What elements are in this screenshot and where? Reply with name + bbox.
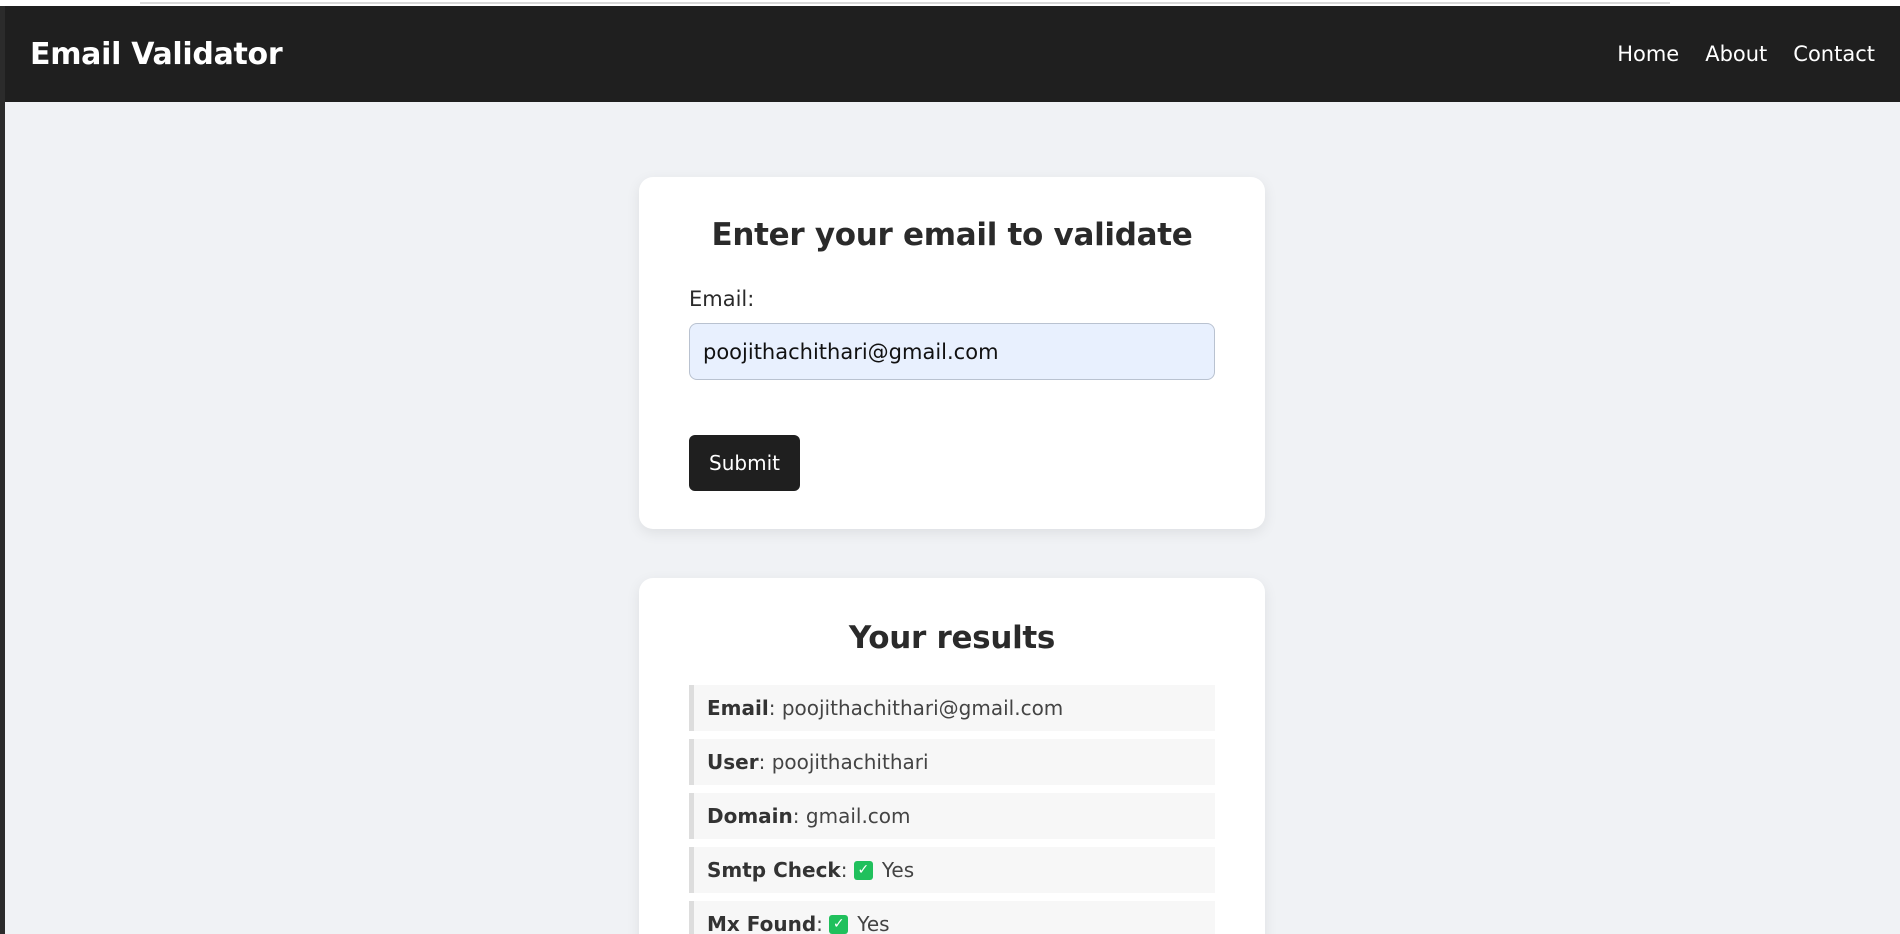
result-value: Yes bbox=[857, 912, 890, 934]
result-value: Yes bbox=[881, 858, 915, 882]
result-key: Domain bbox=[707, 804, 793, 828]
result-key: Smtp Check bbox=[707, 858, 841, 882]
nav-link-home[interactable]: Home bbox=[1617, 42, 1679, 66]
result-key: Email bbox=[707, 696, 769, 720]
results-card: Your results Email: poojithachithari@gma… bbox=[639, 578, 1265, 934]
check-icon: ✓ bbox=[829, 914, 849, 934]
nav-link-contact[interactable]: Contact bbox=[1793, 42, 1875, 66]
navbar: Email Validator Home About Contact bbox=[5, 6, 1900, 102]
nav-links: Home About Contact bbox=[1617, 42, 1875, 66]
results-title: Your results bbox=[848, 620, 1056, 656]
result-item-user: User: poojithachithari bbox=[689, 739, 1215, 785]
results-list: Email: poojithachithari@gmail.com User: … bbox=[689, 685, 1215, 934]
validate-form-card: Enter your email to validate Email: Subm… bbox=[639, 177, 1265, 529]
nav-link-about[interactable]: About bbox=[1705, 42, 1767, 66]
brand-title[interactable]: Email Validator bbox=[30, 37, 283, 72]
result-item-smtp-check: Smtp Check: ✓ Yes bbox=[689, 847, 1215, 893]
submit-button[interactable]: Submit bbox=[689, 435, 800, 491]
result-value: gmail.com bbox=[805, 804, 911, 828]
result-item-mx-found: Mx Found: ✓ Yes bbox=[689, 901, 1215, 934]
result-item-domain: Domain: gmail.com bbox=[689, 793, 1215, 839]
result-key: Mx Found bbox=[707, 912, 817, 934]
check-icon: ✓ bbox=[853, 860, 873, 880]
result-key: User bbox=[707, 750, 759, 774]
app-window: Email Validator Home About Contact Enter… bbox=[5, 6, 1900, 934]
form-title: Enter your email to validate bbox=[711, 217, 1193, 253]
result-value: poojithachithari bbox=[771, 750, 929, 774]
result-item-email: Email: poojithachithari@gmail.com bbox=[689, 685, 1215, 731]
result-value: poojithachithari@gmail.com bbox=[781, 696, 1064, 720]
email-label: Email: bbox=[689, 287, 755, 311]
email-input[interactable] bbox=[689, 323, 1215, 380]
